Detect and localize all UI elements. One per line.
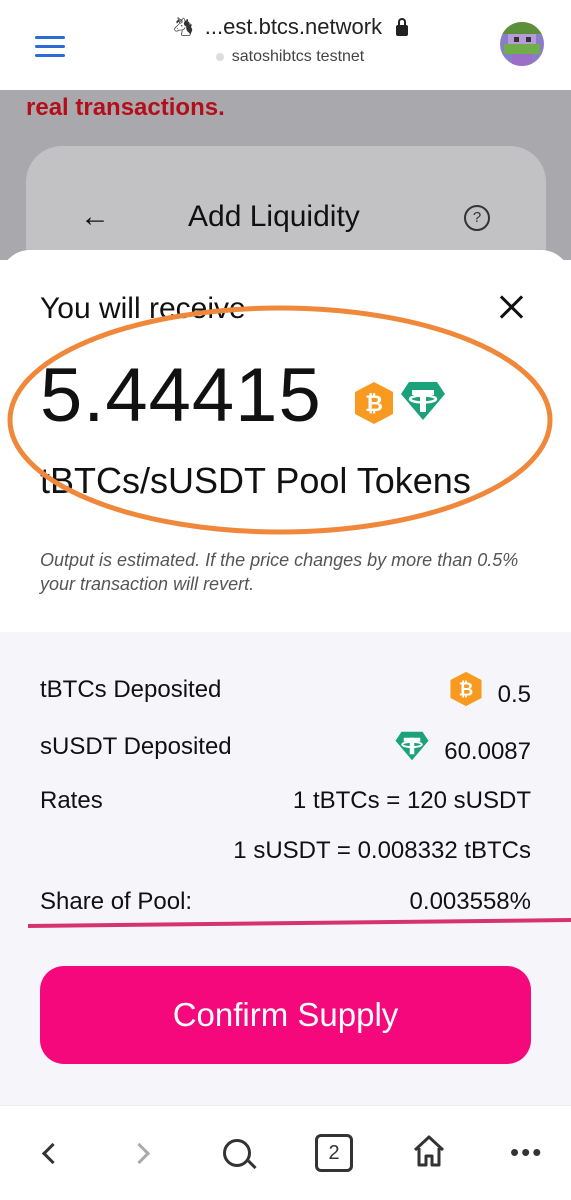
details-panel: tBTCs Deposited ₿ 0.5 sUSDT Deposited 60… [0,632,571,1105]
nav-forward-icon[interactable] [128,1142,151,1165]
search-icon[interactable] [223,1139,251,1167]
receive-label: You will receive [40,292,246,325]
share-of-pool-value: 0.003558% [409,888,531,915]
tbtcs-deposited-label: tBTCs Deposited [40,676,222,703]
estimate-note: Output is estimated. If the price change… [40,550,519,594]
receive-amount: 5.44415 [40,353,322,438]
url-text: ...est.btcs.network [204,14,383,39]
warning-text: real transactions. [26,94,225,121]
hamburger-icon[interactable] [35,36,65,58]
rates-label: Rates [40,787,103,814]
tabs-icon[interactable]: 2 [315,1134,353,1172]
btc-token-icon: ₿ [450,671,482,707]
svg-text:₿: ₿ [458,680,473,701]
usdt-token-icon [401,382,445,420]
susdt-deposited-value: 60.0087 [444,738,531,765]
page: 🦄︎ ...est.btcs.network satoshibtcs testn… [0,0,571,1200]
more-icon[interactable]: ••• [510,1139,543,1165]
unicorn-icon: 🦄︎ [171,16,195,37]
svg-text:₿: ₿ [365,392,383,417]
close-icon[interactable] [496,292,528,324]
avatar[interactable] [500,22,544,66]
help-icon[interactable]: ? [464,205,490,231]
confirm-modal: You will receive 5.44415 ₿ tBTCs/sUSDT P… [0,250,571,1105]
browser-top-bar: 🦄︎ ...est.btcs.network satoshibtcs testn… [0,0,571,90]
browser-bottom-bar: 2 ••• [0,1105,571,1200]
lock-icon [396,17,409,36]
nav-back-icon[interactable] [41,1142,64,1165]
tbtcs-deposited-value: 0.5 [497,681,531,708]
back-arrow-icon[interactable]: ← [80,200,110,234]
home-icon[interactable] [412,1134,446,1168]
pool-tokens-label: tBTCs/sUSDT Pool Tokens [40,460,471,501]
rate-susdt-to-tbtcs: 1 sUSDT = 0.008332 tBTCs [233,837,531,864]
address-bar[interactable]: 🦄︎ ...est.btcs.network satoshibtcs testn… [130,14,450,66]
susdt-deposited-label: sUSDT Deposited [40,733,232,760]
network-dot-icon [215,53,224,61]
usdt-token-icon [395,731,429,761]
add-liquidity-title: Add Liquidity [188,200,360,233]
share-of-pool-label: Share of Pool: [40,888,193,915]
confirm-supply-button[interactable]: Confirm Supply [40,966,531,1064]
btc-token-icon: ₿ [355,382,393,424]
rate-tbtcs-to-susdt: 1 tBTCs = 120 sUSDT [292,787,531,814]
annotation-underline [28,918,571,928]
network-label: satoshibtcs testnet [231,48,365,65]
